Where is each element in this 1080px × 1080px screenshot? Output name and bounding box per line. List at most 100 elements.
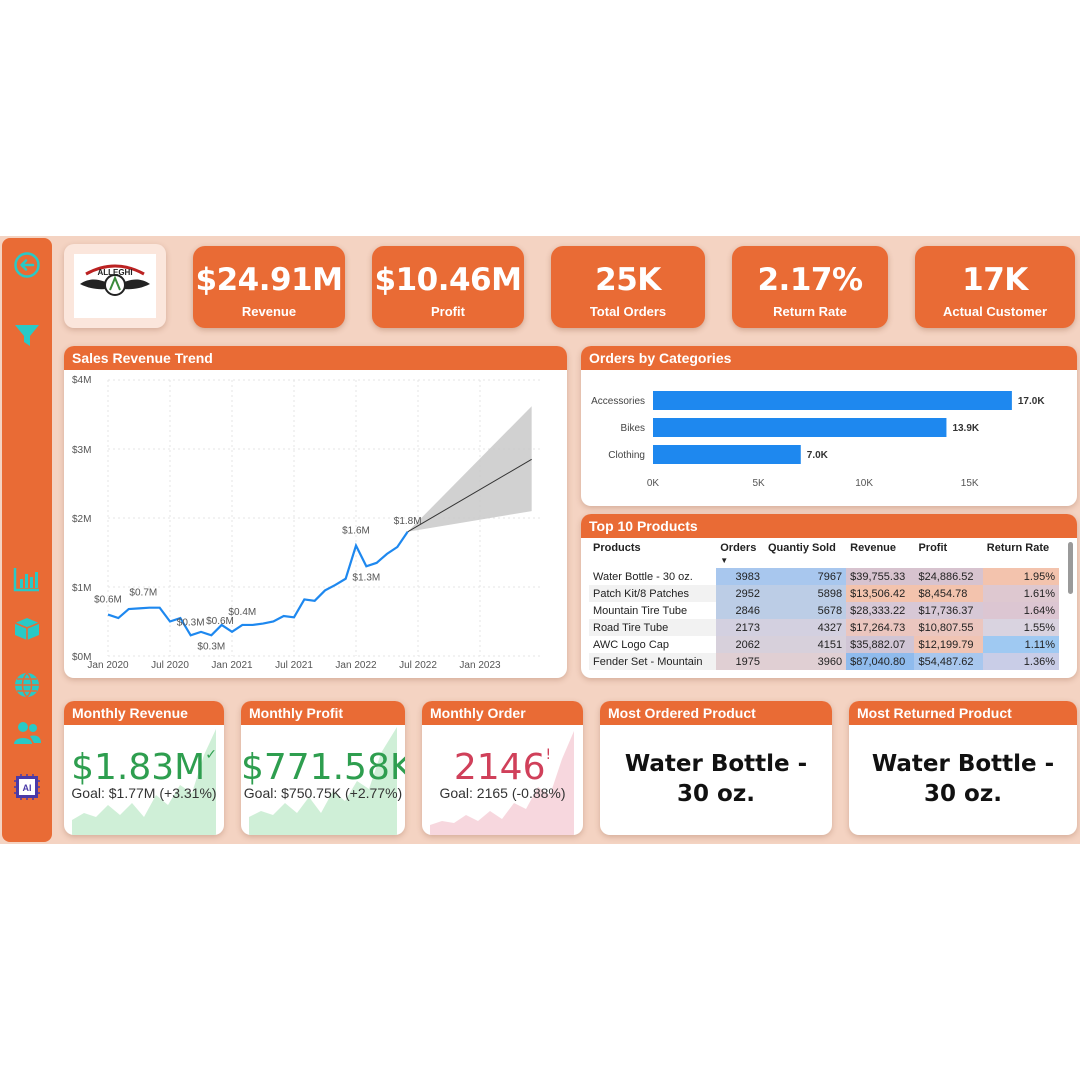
- table-cell: 4151: [763, 636, 847, 653]
- monthly-order-value: 2146!: [453, 747, 552, 788]
- trend-y-tick: $3M: [72, 445, 91, 456]
- trend-data-label: $0.7M: [129, 588, 157, 599]
- sales-trend-chart[interactable]: $0.6M$0.7M$0.3M$0.3M$0.4M$0.6M$1.6M$1.3M…: [64, 370, 567, 678]
- kpi-total-orders: 25K Total Orders: [551, 246, 705, 328]
- table-cell: $8,454.78: [914, 585, 983, 602]
- monthly-order-card[interactable]: Monthly Order 2146! Goal: 2165 (-0.88%): [422, 701, 583, 835]
- table-cell: Fender Set - Mountain: [589, 653, 717, 670]
- kpi-value: $10.46M: [374, 262, 522, 298]
- table-cell: 7967: [763, 568, 847, 585]
- category-data-label: 13.9K: [952, 423, 979, 434]
- kpi-return-rate: 2.17% Return Rate: [732, 246, 888, 328]
- kpi-label: Total Orders: [589, 304, 667, 319]
- logo-card: ALLEGHI: [64, 244, 166, 328]
- trend-data-label: $1.6M: [342, 526, 370, 537]
- forecast-band: [407, 406, 532, 532]
- monthly-profit-goal: Goal: $750.75K (+2.77%): [243, 785, 403, 801]
- table-cell: $35,882.07: [846, 636, 915, 653]
- monthly-profit-card[interactable]: Monthly Profit $771.58K✓ Goal: $750.75K …: [241, 701, 405, 835]
- kpi-value: $24.91M: [195, 262, 343, 298]
- table-scrollbar[interactable]: [1068, 542, 1073, 594]
- category-data-label: 7.0K: [807, 450, 829, 461]
- category-bar: [653, 445, 801, 464]
- monthly-revenue-title: Monthly Revenue: [64, 701, 224, 725]
- category-bar: [653, 418, 947, 437]
- monthly-revenue-goal: Goal: $1.77M (+3.31%): [71, 785, 217, 801]
- categories-title: Orders by Categories: [581, 346, 1077, 370]
- top10-table[interactable]: Products Orders ▼ Quantiy Sold Revenue Profit…: [589, 540, 1059, 670]
- column-header[interactable]: Orders ▼: [716, 540, 764, 568]
- most-returned-title: Most Returned Product: [849, 701, 1077, 725]
- category-label: Clothing: [608, 450, 645, 461]
- table-cell: 2846: [716, 602, 764, 619]
- category-x-tick: 15K: [961, 478, 979, 489]
- monthly-profit-value: $771.58K✓: [241, 747, 405, 788]
- table-row[interactable]: Patch Kit/8 Patches 2952 5898 $13,506.42 $8,…: [589, 585, 1059, 602]
- table-row[interactable]: Fender Set - Mountain 1975 3960 $87,040.80 $…: [589, 653, 1059, 670]
- logo-text: ALLEGHI: [97, 268, 132, 277]
- table-row[interactable]: Mountain Tire Tube 2846 5678 $28,333.22 $17,…: [589, 602, 1059, 619]
- monthly-revenue-card[interactable]: Monthly Revenue $1.83M✓ Goal: $1.77M (+3…: [64, 701, 224, 835]
- most-returned-card[interactable]: Most Returned Product Water Bottle - 30 …: [849, 701, 1077, 835]
- box-icon[interactable]: [10, 612, 44, 646]
- table-cell: 2173: [716, 619, 764, 636]
- category-label: Bikes: [621, 423, 645, 434]
- globe-icon[interactable]: [10, 668, 44, 702]
- table-cell: $17,264.73: [846, 619, 915, 636]
- table-cell: Mountain Tire Tube: [589, 602, 717, 619]
- table-cell: $28,333.22: [846, 602, 915, 619]
- kpi-value: 2.17%: [757, 262, 863, 298]
- trend-data-label: $0.3M: [197, 641, 225, 652]
- filter-icon[interactable]: [10, 318, 44, 352]
- trend-y-tick: $2M: [72, 514, 91, 525]
- orders-by-categories-chart[interactable]: Accessories 17.0K Bikes 13.9K Clothing 7.0K 0K…: [581, 370, 1077, 506]
- kpi-label: Revenue: [241, 304, 297, 319]
- bar-chart-icon[interactable]: [10, 562, 44, 596]
- kpi-revenue: $24.91M Revenue: [193, 246, 345, 328]
- back-arrow-icon[interactable]: [10, 248, 44, 282]
- kpi-profit: $10.46M Profit: [372, 246, 524, 328]
- table-row[interactable]: AWC Logo Cap 2062 4151 $35,882.07 $12,199.79…: [589, 636, 1059, 653]
- users-icon[interactable]: [10, 716, 44, 750]
- table-cell: 1.61%: [982, 585, 1059, 602]
- monthly-profit-title: Monthly Profit: [241, 701, 405, 725]
- kpi-value: 17K: [962, 262, 1028, 298]
- kpi-actual-customer: 17K Actual Customer: [915, 246, 1075, 328]
- monthly-revenue-value: $1.83M✓: [71, 747, 217, 788]
- monthly-order-goal: Goal: 2165 (-0.88%): [439, 785, 566, 801]
- column-header[interactable]: Products: [589, 540, 716, 568]
- column-header[interactable]: Profit: [914, 540, 982, 568]
- table-cell: 2062: [716, 636, 764, 653]
- column-header[interactable]: Quantiy Sold: [764, 540, 846, 568]
- trend-x-tick: Jan 2020: [87, 660, 129, 671]
- trend-data-label: $1.8M: [394, 516, 422, 527]
- sales-trend-card[interactable]: Sales Revenue Trend $0.6M $0.7M $0.3M $0.3M…: [64, 346, 567, 678]
- most-ordered-card[interactable]: Most Ordered Product Water Bottle - 30 o…: [600, 701, 832, 835]
- side-nav: AI: [2, 238, 52, 842]
- monthly-order-title: Monthly Order: [422, 701, 583, 725]
- kpi-value: 25K: [595, 262, 661, 298]
- trend-x-tick: Jul 2021: [275, 660, 313, 671]
- dashboard: AI ALLEGHI $24.91M Revenue $10.46M Profi…: [0, 236, 1080, 844]
- kpi-label: Actual Customer: [942, 304, 1048, 319]
- column-header[interactable]: Revenue: [846, 540, 914, 568]
- svg-text:AI: AI: [23, 783, 32, 793]
- table-cell: $39,755.33: [846, 568, 915, 585]
- table-cell: Water Bottle - 30 oz.: [589, 568, 717, 585]
- table-row[interactable]: Water Bottle - 30 oz. 3983 7967 $39,755.33 $…: [589, 568, 1059, 585]
- table-cell: AWC Logo Cap: [589, 636, 717, 653]
- trend-y-tick: $1M: [72, 583, 91, 594]
- table-cell: 4327: [763, 619, 847, 636]
- kpi-label: Return Rate: [773, 304, 847, 319]
- warning-icon: !: [545, 747, 552, 763]
- column-header[interactable]: Return Rate: [983, 540, 1059, 568]
- table-row[interactable]: Road Tire Tube 2173 4327 $17,264.73 $10,807.…: [589, 619, 1059, 636]
- orders-by-categories-card[interactable]: Orders by Categories Accessories 17.0K Bik…: [581, 346, 1077, 506]
- table-cell: 2952: [716, 585, 764, 602]
- table-cell: $24,886.52: [914, 568, 983, 585]
- top10-card[interactable]: Top 10 Products Products Orders ▼ Quantiy S…: [581, 514, 1077, 678]
- table-cell: $12,199.79: [914, 636, 983, 653]
- table-cell: $10,807.55: [914, 619, 983, 636]
- table-cell: 1.95%: [982, 568, 1059, 585]
- ai-chip-icon[interactable]: AI: [10, 770, 44, 804]
